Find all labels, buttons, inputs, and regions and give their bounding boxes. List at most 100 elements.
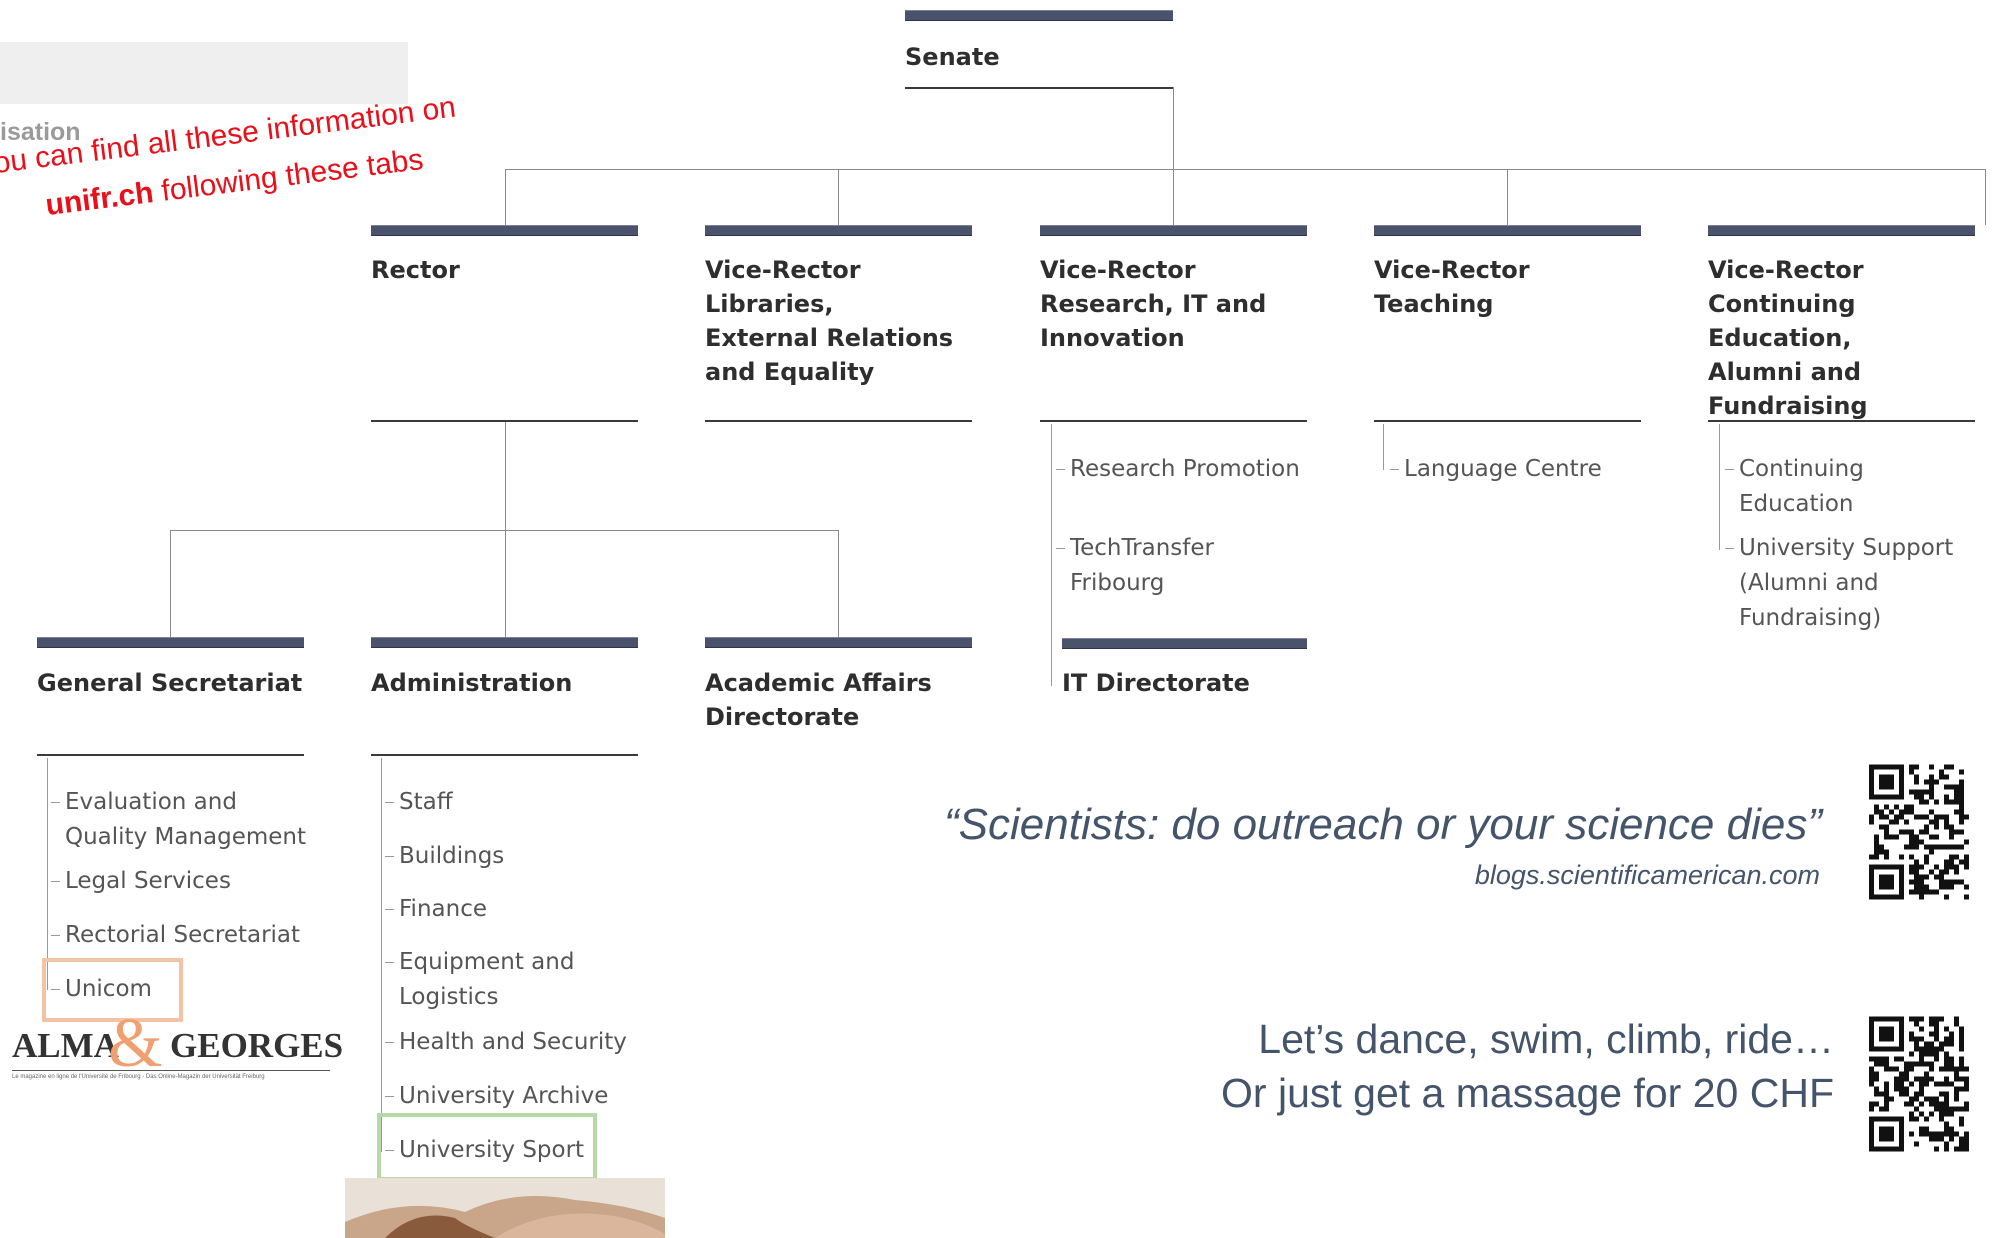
qr-module — [1919, 1061, 1924, 1067]
admin-item[interactable]: Buildings — [384, 839, 504, 874]
qr-module — [1924, 789, 1929, 795]
qr-module — [1874, 849, 1879, 855]
qr-module — [1924, 1061, 1929, 1067]
qr-module — [1934, 1016, 1939, 1022]
qr-code-sport[interactable] — [1869, 1016, 1969, 1152]
qr-module — [1869, 854, 1874, 860]
qr-module — [1884, 834, 1889, 840]
qr-module — [1924, 859, 1929, 865]
qr-module — [1874, 1101, 1879, 1107]
vr-teaching-title[interactable]: Vice-Rector Teaching — [1374, 253, 1530, 321]
qr-module — [1909, 764, 1914, 770]
senate-underline — [905, 87, 1173, 89]
qr-module — [1884, 829, 1889, 835]
qr-module — [1914, 1096, 1919, 1102]
qr-module — [1909, 854, 1914, 860]
qr-module — [1924, 844, 1929, 850]
gs-item[interactable]: Evaluation and Quality Management — [50, 785, 306, 855]
qr-module — [1929, 1021, 1934, 1027]
qr-module — [1929, 1031, 1934, 1037]
quote-source[interactable]: blogs.scientificamerican.com — [1475, 860, 1820, 891]
qr-module — [1939, 1101, 1944, 1107]
qr-module — [1899, 829, 1904, 835]
qr-module — [1939, 1016, 1944, 1022]
qr-code-outreach[interactable] — [1869, 764, 1969, 900]
admin-item[interactable]: Health and Security — [385, 1025, 627, 1060]
qr-module — [1929, 779, 1934, 785]
aa-title[interactable]: Academic Affairs Directorate — [705, 666, 932, 734]
admin-item[interactable]: Equipment and Logistics — [384, 945, 574, 1015]
gs-item[interactable]: Rectorial Secretariat — [50, 918, 300, 953]
qr-module — [1959, 779, 1964, 785]
qr-module — [1919, 789, 1924, 795]
gs-item[interactable]: Legal Services — [51, 864, 231, 899]
admin-item[interactable]: Staff — [385, 785, 453, 820]
qr-module — [1944, 1131, 1949, 1137]
qr-module — [1869, 1071, 1874, 1077]
qr-module — [1924, 1131, 1929, 1137]
qr-module — [1929, 1016, 1934, 1022]
it-directorate-title[interactable]: IT Directorate — [1062, 666, 1250, 700]
alma-georges-logo[interactable]: ALMA & GEORGES Le magazine en ligne de l… — [12, 1005, 343, 1088]
qr-module — [1899, 1081, 1904, 1087]
qr-module — [1909, 809, 1914, 815]
unifr-link-text[interactable]: unifr.ch — [44, 176, 156, 222]
qr-module — [1919, 864, 1924, 870]
qr-module — [1919, 839, 1924, 845]
vr-research-title[interactable]: Vice-Rector Research, IT and Innovation — [1040, 253, 1266, 355]
research-item[interactable]: Research Promotion — [1056, 452, 1300, 487]
admin-title[interactable]: Administration — [371, 666, 572, 700]
qr-module — [1954, 1021, 1959, 1027]
qr-module — [1959, 829, 1964, 835]
qr-module — [1879, 844, 1884, 850]
teaching-item[interactable]: Language Centre — [1390, 452, 1602, 487]
qr-module — [1949, 764, 1954, 770]
qr-finder — [1879, 874, 1894, 890]
qr-module — [1914, 884, 1919, 890]
vr-continuing-title[interactable]: Vice-Rector Continuing Education, Alumni… — [1708, 253, 1998, 423]
qr-module — [1909, 789, 1914, 795]
gs-title[interactable]: General Secretariat — [37, 666, 302, 700]
gs-bar — [37, 637, 304, 648]
qr-module — [1904, 804, 1909, 810]
continuing-item[interactable]: Continuing Education — [1725, 452, 1864, 522]
qr-module — [1959, 1031, 1964, 1037]
qr-module — [1909, 1096, 1914, 1102]
sport-line-2: Or just get a massage for 20 CHF — [1221, 1070, 1834, 1116]
admin-item[interactable]: Finance — [385, 892, 487, 927]
qr-module — [1924, 779, 1929, 785]
qr-module — [1959, 1041, 1964, 1047]
qr-module — [1909, 864, 1914, 870]
vr-libraries-title[interactable]: Vice-Rector Libraries, External Relation… — [705, 253, 953, 389]
qr-module — [1924, 1046, 1929, 1052]
qr-module — [1874, 809, 1879, 815]
research-tree-line — [1051, 424, 1052, 686]
continuing-item[interactable]: University Support (Alumni and Fundraisi… — [1724, 531, 1953, 636]
qr-module — [1934, 1106, 1939, 1112]
qr-module — [1919, 1076, 1924, 1082]
logo-alma: ALMA — [12, 1026, 119, 1065]
research-item[interactable]: TechTransfer Fribourg — [1056, 531, 1214, 601]
qr-module — [1929, 889, 1934, 895]
qr-module — [1934, 779, 1939, 785]
qr-module — [1954, 799, 1959, 805]
qr-module — [1909, 1036, 1914, 1042]
qr-module — [1909, 1081, 1914, 1087]
senate-title[interactable]: Senate — [905, 40, 1000, 74]
qr-module — [1914, 874, 1919, 880]
qr-module — [1909, 844, 1914, 850]
qr-module — [1894, 804, 1899, 810]
qr-module — [1919, 1036, 1924, 1042]
qr-module — [1939, 1081, 1944, 1087]
qr-module — [1914, 889, 1919, 895]
qr-module — [1919, 1046, 1924, 1052]
qr-module — [1924, 884, 1929, 890]
qr-module — [1934, 1081, 1939, 1087]
qr-module — [1919, 829, 1924, 835]
admin-item[interactable]: University Archive — [384, 1079, 608, 1114]
header-tab-band — [0, 42, 408, 104]
rector-title[interactable]: Rector — [371, 253, 460, 287]
qr-module — [1959, 1061, 1964, 1067]
qr-module — [1959, 859, 1964, 865]
qr-module — [1874, 854, 1879, 860]
